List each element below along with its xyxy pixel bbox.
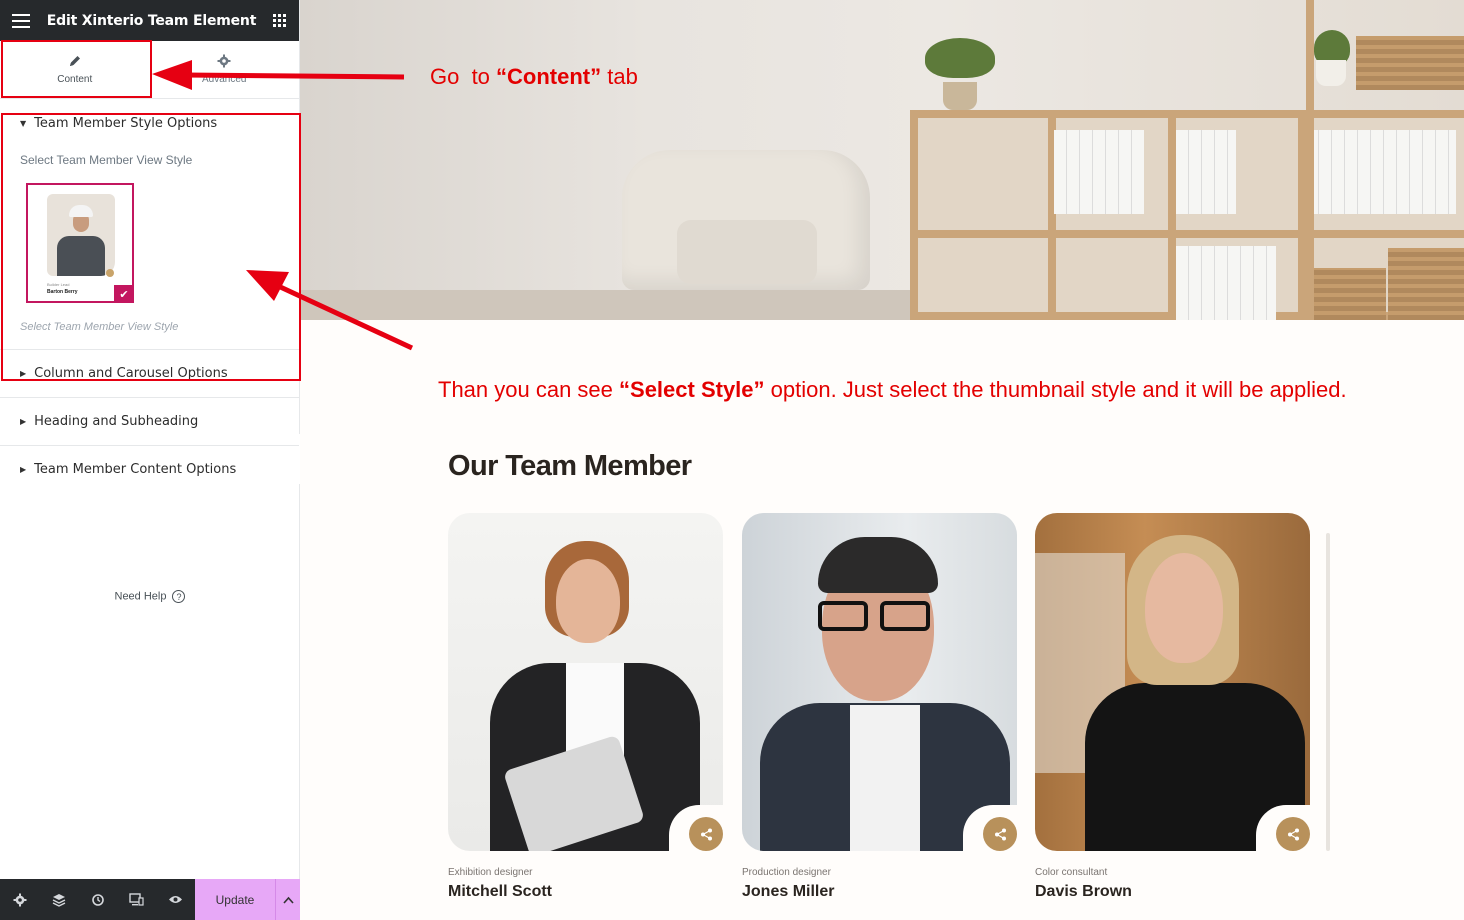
menu-icon[interactable] [12, 13, 30, 28]
member-name[interactable]: Jones Miller [742, 883, 1017, 901]
question-icon: ? [172, 590, 186, 603]
section-column-carousel-title: Column and Carousel Options [34, 366, 228, 381]
tab-content-label: Content [57, 74, 93, 85]
style-options-title: Team Member Style Options [34, 115, 218, 131]
annotation-style-hint: Than you can see “Select Style” option. … [438, 377, 1347, 403]
settings-icon[interactable] [0, 879, 39, 920]
editor-header: Edit Xinterio Team Element [0, 0, 299, 41]
view-style-label: Select Team Member View Style [20, 153, 193, 167]
update-button[interactable]: Update [195, 879, 275, 920]
member-photo [742, 513, 1017, 851]
annotation-style-emph: “Select Style” [619, 377, 765, 402]
member-role: Color consultant [1035, 867, 1108, 878]
editor-footer: Update [0, 879, 300, 920]
team-card-davis: Color consultant Davis Brown [1035, 513, 1310, 901]
gear-icon [217, 54, 231, 68]
member-photo [448, 513, 723, 851]
widgets-grid-icon[interactable] [272, 13, 287, 28]
next-card-peek [1326, 533, 1330, 851]
share-icon[interactable] [689, 817, 723, 851]
hero-image [300, 0, 1464, 320]
caret-down-icon: ▼ [20, 118, 27, 128]
member-name[interactable]: Davis Brown [1035, 883, 1310, 901]
check-icon: ✔ [114, 285, 134, 303]
screen: Edit Xinterio Team Element Content Advan… [0, 0, 1464, 920]
annotation-tab-hint: Go to “Content” tab [430, 64, 638, 90]
member-role: Production designer [742, 867, 831, 878]
thumbnail-share-dot [106, 269, 114, 277]
tab-advanced-label: Advanced [202, 74, 247, 85]
history-icon[interactable] [78, 879, 117, 920]
caret-right-icon: ▶ [20, 369, 27, 378]
style-thumbnail-1[interactable]: Builder Lead Barton Berry ✔ [26, 183, 134, 303]
member-role: Exhibition designer [448, 867, 533, 878]
style-options-section: ▼ Team Member Style Options Select Team … [0, 99, 299, 334]
chevron-up-icon[interactable] [275, 879, 300, 920]
section-heading-subheading-header: ▶ Heading and Subheading [20, 398, 279, 445]
thumbnail-name: Barton Berry [47, 289, 78, 295]
caret-right-icon: ▶ [20, 417, 27, 426]
team-section: Our Team Member Exhibition designer Mitc… [300, 320, 1464, 920]
section-heading-subheading[interactable]: ▶ Heading and Subheading [0, 397, 299, 445]
annotation-tab-suffix: tab [601, 64, 638, 89]
annotation-style-suffix: option. Just select the thumbnail style … [764, 377, 1347, 402]
armchair-image [622, 150, 870, 290]
editor-panel: Edit Xinterio Team Element Content Advan… [0, 0, 300, 920]
caret-right-icon: ▶ [20, 465, 27, 474]
editor-title: Edit Xinterio Team Element [46, 12, 257, 29]
style-options-header[interactable]: ▼ Team Member Style Options [20, 99, 279, 147]
team-card-mitchell: Exhibition designer Mitchell Scott [448, 513, 723, 901]
thumbnail-role: Builder Lead [47, 282, 70, 287]
section-column-carousel-header: ▶ Column and Carousel Options [20, 350, 279, 397]
team-heading: Our Team Member [448, 450, 692, 482]
share-icon[interactable] [1276, 817, 1310, 851]
layers-icon[interactable] [39, 879, 78, 920]
section-heading-subheading-title: Heading and Subheading [34, 414, 199, 429]
annotation-tab-prefix: Go to [430, 64, 497, 89]
tab-content[interactable]: Content [0, 41, 150, 98]
section-content-options-title: Team Member Content Options [34, 462, 237, 477]
need-help-label: Need Help [114, 590, 167, 603]
bookshelf-image [910, 110, 1464, 320]
need-help-link[interactable]: Need Help? [0, 590, 300, 603]
thumbnail-photo [47, 194, 115, 276]
responsive-icon[interactable] [117, 879, 156, 920]
team-card-jones: Production designer Jones Miller [742, 513, 1017, 901]
annotation-style-prefix: Than you can see [438, 377, 620, 402]
member-name[interactable]: Mitchell Scott [448, 883, 723, 901]
member-photo [1035, 513, 1310, 851]
share-icon[interactable] [983, 817, 1017, 851]
section-content-options-header: ▶ Team Member Content Options [20, 446, 279, 493]
editor-tabs: Content Advanced [0, 41, 299, 99]
preview-icon[interactable] [156, 879, 195, 920]
view-style-description: Select Team Member View Style [20, 321, 179, 333]
tab-advanced[interactable]: Advanced [150, 41, 300, 98]
section-column-carousel[interactable]: ▶ Column and Carousel Options [0, 349, 299, 397]
annotation-tab-emph: “Content” [496, 64, 602, 89]
section-content-options[interactable]: ▶ Team Member Content Options [0, 445, 299, 493]
pencil-icon [68, 54, 82, 68]
